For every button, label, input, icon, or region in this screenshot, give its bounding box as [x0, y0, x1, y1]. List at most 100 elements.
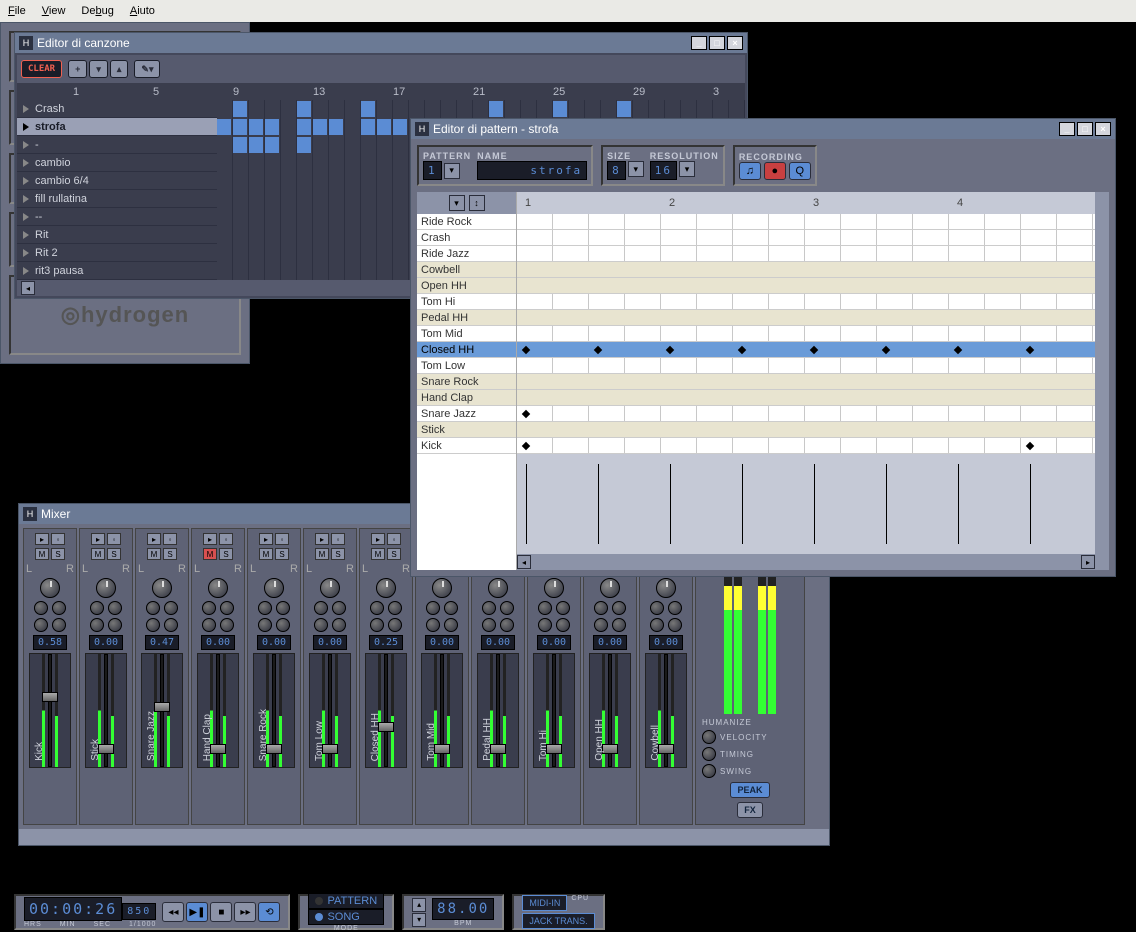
edit-button[interactable]: ◦ [51, 533, 65, 545]
instrument-row[interactable]: Snare Rock [417, 374, 516, 390]
note[interactable] [1026, 346, 1034, 354]
fx1-knob[interactable] [202, 601, 216, 615]
menu-help[interactable]: Aiuto [130, 5, 155, 17]
song-track[interactable]: - [17, 136, 217, 154]
song-cell[interactable] [553, 101, 567, 117]
menu-view[interactable]: View [42, 5, 66, 17]
note[interactable] [522, 442, 530, 450]
track-down-button[interactable]: ▾ [89, 60, 108, 78]
fx2-knob[interactable] [276, 601, 290, 615]
instrument-row[interactable]: Tom Low [417, 358, 516, 374]
instrument-row[interactable]: Snare Jazz [417, 406, 516, 422]
pattern-row[interactable] [517, 294, 1095, 310]
timing-knob[interactable] [702, 747, 716, 761]
close-button[interactable]: × [727, 36, 743, 50]
velocity-bar[interactable] [526, 464, 527, 544]
note[interactable] [522, 410, 530, 418]
song-titlebar[interactable]: H Editor di canzone _ □ × [15, 33, 747, 53]
menu-file[interactable]: File [8, 5, 26, 17]
fx3-knob[interactable] [314, 618, 328, 632]
mute-button[interactable]: M [259, 548, 273, 560]
note[interactable] [594, 346, 602, 354]
note[interactable] [738, 346, 746, 354]
solo-button[interactable]: S [51, 548, 65, 560]
pan-knob[interactable] [40, 578, 60, 598]
pan-knob[interactable] [320, 578, 340, 598]
fx2-knob[interactable] [668, 601, 682, 615]
fader[interactable]: Open HH [589, 653, 631, 768]
fx3-knob[interactable] [482, 618, 496, 632]
song-track[interactable]: strofa [17, 118, 217, 136]
pattern-dropdown[interactable]: ▾ [444, 163, 460, 179]
edit-button[interactable]: ◦ [331, 533, 345, 545]
fader[interactable]: Tom Mid [421, 653, 463, 768]
play-trigger[interactable]: ▸ [371, 533, 385, 545]
pattern-name-field[interactable]: strofa [477, 161, 587, 180]
minimize-button[interactable]: _ [691, 36, 707, 50]
maximize-button[interactable]: □ [1077, 122, 1093, 136]
fx3-knob[interactable] [146, 618, 160, 632]
song-cell[interactable] [313, 119, 327, 135]
song-cell[interactable] [297, 101, 311, 117]
instrument-row[interactable]: Pedal HH [417, 310, 516, 326]
pan-knob[interactable] [600, 578, 620, 598]
fx4-knob[interactable] [388, 618, 402, 632]
record-button[interactable]: ● [764, 162, 786, 180]
instrument-row[interactable]: Hand Clap [417, 390, 516, 406]
fx3-knob[interactable] [370, 618, 384, 632]
instrument-row[interactable]: Stick [417, 422, 516, 438]
fx1-knob[interactable] [482, 601, 496, 615]
instrument-row[interactable]: Cowbell [417, 262, 516, 278]
peak-button[interactable]: PEAK [730, 782, 769, 798]
fx4-knob[interactable] [556, 618, 570, 632]
res-dropdown[interactable]: ▾ [679, 161, 695, 177]
fx3-knob[interactable] [202, 618, 216, 632]
fx2-knob[interactable] [52, 601, 66, 615]
fx2-knob[interactable] [332, 601, 346, 615]
fader[interactable]: Pedal HH [477, 653, 519, 768]
stop-button[interactable]: ■ [210, 902, 232, 922]
fx2-knob[interactable] [500, 601, 514, 615]
fader[interactable]: Hand Clap [197, 653, 239, 768]
maximize-button[interactable]: □ [709, 36, 725, 50]
fx1-knob[interactable] [90, 601, 104, 615]
track-up-button[interactable]: ▴ [110, 60, 129, 78]
song-mode[interactable]: SONG [308, 909, 384, 925]
fx4-knob[interactable] [276, 618, 290, 632]
note[interactable] [522, 346, 530, 354]
draw-mode-button[interactable]: ✎▾ [134, 60, 160, 78]
play-trigger[interactable]: ▸ [259, 533, 273, 545]
pattern-row[interactable] [517, 262, 1095, 278]
solo-button[interactable]: S [275, 548, 289, 560]
fx1-knob[interactable] [146, 601, 160, 615]
fx2-knob[interactable] [164, 601, 178, 615]
minimize-button[interactable]: _ [1059, 122, 1075, 136]
fader[interactable]: Cowbell [645, 653, 687, 768]
fx1-knob[interactable] [650, 601, 664, 615]
mute-button[interactable]: M [91, 548, 105, 560]
solo-button[interactable]: S [107, 548, 121, 560]
fx1-knob[interactable] [34, 601, 48, 615]
song-cell[interactable] [361, 119, 375, 135]
fx2-knob[interactable] [220, 601, 234, 615]
solo-button[interactable]: S [163, 548, 177, 560]
res-field[interactable]: 16 [650, 161, 677, 180]
bpm-display[interactable]: 88.00 [432, 898, 494, 920]
pan-knob[interactable] [96, 578, 116, 598]
pattern-row[interactable] [517, 230, 1095, 246]
song-track[interactable]: rit3 pausa [17, 262, 217, 280]
play-trigger[interactable]: ▸ [91, 533, 105, 545]
mute-button[interactable]: M [371, 548, 385, 560]
scroll-left-icon[interactable]: ◂ [21, 281, 35, 295]
solo-button[interactable]: S [331, 548, 345, 560]
pan-knob[interactable] [208, 578, 228, 598]
song-cell[interactable] [249, 119, 263, 135]
pattern-row[interactable] [517, 390, 1095, 406]
note[interactable] [1026, 442, 1034, 450]
mute-button[interactable]: M [147, 548, 161, 560]
note[interactable] [882, 346, 890, 354]
edit-button[interactable]: ◦ [275, 533, 289, 545]
pattern-mode[interactable]: PATTERN [308, 893, 384, 909]
velocity-bar[interactable] [598, 464, 599, 544]
fx4-knob[interactable] [52, 618, 66, 632]
